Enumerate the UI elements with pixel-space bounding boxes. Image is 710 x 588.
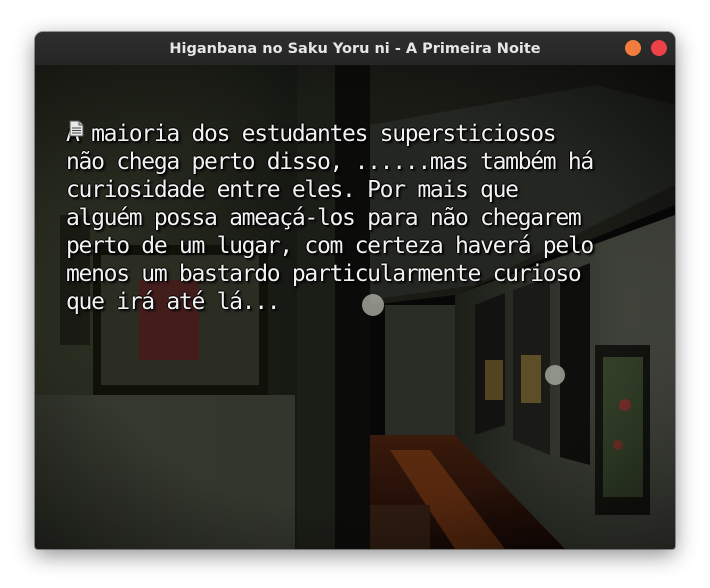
close-button[interactable] bbox=[651, 40, 667, 56]
dialogue-line: perto de um lugar, com certeza haverá pe… bbox=[66, 233, 594, 259]
game-window: Higanbana no Saku Yoru ni - A Primeira N… bbox=[35, 32, 675, 549]
dialogue-line: não chega perto disso, ......mas também … bbox=[66, 149, 594, 175]
window-title: Higanbana no Saku Yoru ni - A Primeira N… bbox=[169, 40, 541, 57]
dialogue-line: alguém possa ameaçá-los para não chegare… bbox=[66, 205, 582, 231]
dialogue-last-line: que irá até lá... bbox=[66, 120, 636, 316]
minimize-button[interactable] bbox=[625, 40, 641, 56]
dialogue-line: A maioria dos estudantes supersticiosos bbox=[66, 121, 557, 147]
dialogue-text: A maioria dos estudantes supersticiosos n… bbox=[66, 120, 636, 316]
title-bar[interactable]: Higanbana no Saku Yoru ni - A Primeira N… bbox=[35, 32, 675, 65]
game-scene[interactable]: A maioria dos estudantes supersticiosos n… bbox=[35, 65, 675, 549]
dialogue-line: curiosidade entre eles. Por mais que bbox=[66, 177, 519, 203]
dialogue-line: menos um bastardo particularmente curios… bbox=[66, 261, 582, 287]
page-icon[interactable] bbox=[69, 120, 84, 137]
dialogue-line: que irá até lá... bbox=[66, 289, 281, 315]
